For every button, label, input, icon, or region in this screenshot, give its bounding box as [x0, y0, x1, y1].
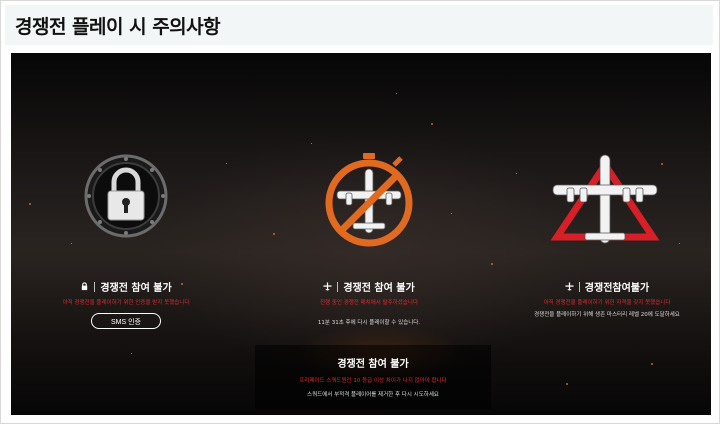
card-warning-text: 아직 경쟁전을 플레이하기 위한 자격을 갖지 못했습니다	[543, 300, 671, 306]
ember-particle	[396, 93, 397, 94]
card-info-text: 경쟁전을 플레이하기 위해 생존 마스터리 레벨 20에 도달하세요	[534, 312, 680, 318]
notice-card-mastery: 경쟁전참여불가 아직 경쟁전을 플레이하기 위한 자격을 갖지 못했습니다 경쟁…	[511, 279, 703, 318]
airplane-warning-triangle-icon	[550, 154, 660, 244]
airplane-small-icon	[565, 282, 574, 291]
card-info-text: 11분 31초 후에 다시 플레이할 수 있습니다.	[317, 320, 421, 326]
padlock-icon	[84, 154, 168, 238]
notice-panel: 경쟁전 플레이 시 주의사항 경쟁전 참여 불가 아직 경쟁전을 플레이하기 위…	[0, 0, 720, 424]
ember-particle	[451, 213, 452, 214]
card-info-text: 스쿼드에서 부적격 플레이어를 제거한 후 다시 시도하세요	[307, 392, 439, 398]
card-title: 경쟁전 참여 불가	[100, 283, 172, 294]
title-separator	[578, 281, 580, 292]
card-title-row: 경쟁전 참여 불가	[279, 279, 459, 294]
ember-particle	[226, 163, 227, 164]
title-separator	[337, 281, 339, 292]
airplane-small-icon	[323, 282, 332, 291]
card-title: 경쟁전 참여 불가	[337, 359, 409, 370]
prohibited-airplane-timer-icon	[325, 153, 413, 247]
card-title-row: 경쟁전참여불가	[511, 279, 703, 294]
page-title: 경쟁전 플레이 시 주의사항	[15, 16, 221, 38]
card-title-row: 경쟁전 참여 불가	[41, 279, 211, 294]
ember-particle	[431, 123, 433, 125]
squad-card-content: 경쟁전 참여 불가 프리메이드 스쿼드원간 10 등급 이상 차이가 나지 않아…	[255, 355, 491, 398]
ember-particle	[71, 243, 72, 244]
ember-particle	[661, 163, 663, 165]
page-header: 경쟁전 플레이 시 주의사항	[5, 5, 713, 45]
card-warning-text: 아직 경쟁전을 플레이하기 위한 인증을 받지 못했습니다	[62, 300, 190, 306]
notice-card-verification: 경쟁전 참여 불가 아직 경쟁전을 플레이하기 위한 인증을 받지 못했습니다 …	[41, 279, 211, 329]
ember-particle	[131, 353, 132, 354]
notice-image: 경쟁전 참여 불가 아직 경쟁전을 플레이하기 위한 인증을 받지 못했습니다 …	[11, 53, 711, 415]
card-title: 경쟁전 참여 불가	[343, 283, 415, 294]
card-warning-text: 진행 중인 경쟁전 매치에서 탈주하셨습니다	[319, 300, 419, 306]
title-separator	[94, 281, 96, 292]
ember-particle	[651, 363, 653, 365]
lock-small-icon	[82, 282, 88, 291]
sms-verify-button[interactable]: SMS 인증	[91, 313, 161, 329]
ember-particle	[491, 263, 493, 265]
ember-particle	[566, 383, 568, 385]
ember-particle	[311, 143, 312, 144]
notice-card-penalty: 경쟁전 참여 불가 진행 중인 경쟁전 매치에서 탈주하셨습니다 11분 31초…	[279, 279, 459, 326]
card-warning-text: 프리메이드 스쿼드원간 10 등급 이상 차이가 나지 않아야 합니다	[299, 378, 447, 384]
ember-particle	[29, 203, 31, 205]
card-title: 경쟁전참여불가	[584, 283, 650, 294]
ember-particle	[679, 243, 680, 244]
ember-particle	[273, 233, 275, 235]
ember-particle	[516, 173, 517, 174]
notice-card-squad: 경쟁전 참여 불가 프리메이드 스쿼드원간 10 등급 이상 차이가 나지 않아…	[255, 345, 491, 409]
